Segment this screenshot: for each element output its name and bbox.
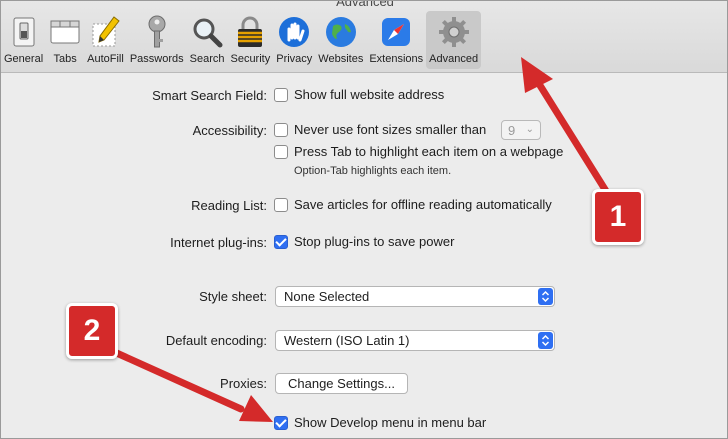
- develop-menu-option: Show Develop menu in menu bar: [294, 415, 487, 430]
- tab-security[interactable]: Security: [227, 11, 273, 69]
- tab-passwords[interactable]: Passwords: [127, 11, 187, 69]
- tab-search-label: Search: [189, 53, 225, 65]
- annotation-badge-1: 1: [592, 189, 644, 245]
- updown-chevron-icon: [538, 332, 553, 349]
- plugins-row[interactable]: Stop plug-ins to save power: [274, 234, 454, 249]
- min-font-size-value: 9: [508, 122, 516, 138]
- autofill-pencil-icon: [89, 15, 121, 49]
- tab-passwords-label: Passwords: [129, 53, 184, 65]
- updown-chevron-icon: [538, 288, 553, 305]
- tab-highlight-row[interactable]: Press Tab to highlight each item on a we…: [274, 144, 563, 159]
- reading-list-checkbox[interactable]: [274, 197, 288, 212]
- tab-autofill-label: AutoFill: [87, 53, 124, 65]
- encoding-popup[interactable]: Western (ISO Latin 1): [275, 330, 555, 351]
- tab-search[interactable]: Search: [187, 11, 228, 69]
- gear-icon: [438, 15, 470, 49]
- tab-autofill[interactable]: AutoFill: [84, 11, 127, 69]
- tab-advanced[interactable]: Advanced: [426, 11, 482, 69]
- min-font-row[interactable]: Never use font sizes smaller than: [274, 122, 486, 137]
- tab-security-label: Security: [230, 53, 271, 65]
- min-font-checkbox[interactable]: [274, 122, 288, 137]
- plugins-label: Internet plug-ins:: [170, 235, 267, 250]
- padlock-icon: [234, 15, 266, 49]
- tab-highlight-option: Press Tab to highlight each item on a we…: [294, 144, 564, 159]
- tab-tabs-label: Tabs: [53, 53, 77, 65]
- smart-search-row[interactable]: Show full website address: [274, 87, 444, 102]
- plugins-option: Stop plug-ins to save power: [294, 234, 455, 249]
- tab-highlight-checkbox[interactable]: [274, 144, 288, 159]
- smart-search-checkbox[interactable]: [274, 87, 288, 102]
- preferences-toolbar: General Tabs AutoFill Passwords Search S…: [1, 11, 482, 69]
- magnifier-icon: [191, 15, 223, 49]
- tabs-icon: [49, 15, 81, 49]
- puzzle-compass-icon: [380, 15, 412, 49]
- globe-icon: [325, 15, 357, 49]
- style-sheet-label: Style sheet:: [199, 289, 267, 304]
- general-switch-icon: [8, 15, 40, 49]
- change-settings-button[interactable]: Change Settings...: [275, 373, 408, 394]
- annotation-badge-2: 2: [66, 303, 118, 359]
- tab-general[interactable]: General: [1, 11, 46, 69]
- min-font-size-select[interactable]: 9 ⌄: [501, 120, 541, 140]
- titlebar: Advanced General Tabs AutoFill Passwords…: [1, 0, 727, 73]
- tab-websites-label: Websites: [318, 53, 364, 65]
- tab-extensions[interactable]: Extensions: [366, 11, 426, 69]
- key-icon: [141, 15, 173, 49]
- preferences-window: Advanced General Tabs AutoFill Passwords…: [0, 0, 728, 439]
- tab-extensions-label: Extensions: [369, 53, 424, 65]
- develop-menu-checkbox[interactable]: [274, 415, 288, 430]
- tab-websites[interactable]: Websites: [315, 11, 366, 69]
- tab-highlight-hint: Option-Tab highlights each item.: [294, 165, 452, 177]
- tab-general-label: General: [4, 53, 44, 65]
- tab-privacy[interactable]: Privacy: [273, 11, 315, 69]
- reading-list-label: Reading List:: [191, 198, 267, 213]
- plugins-checkbox[interactable]: [274, 234, 288, 249]
- smart-search-label: Smart Search Field:: [152, 88, 267, 103]
- tab-privacy-label: Privacy: [276, 53, 313, 65]
- style-sheet-popup[interactable]: None Selected: [275, 286, 555, 307]
- accessibility-label: Accessibility:: [192, 123, 267, 138]
- smart-search-option: Show full website address: [294, 87, 445, 102]
- develop-menu-row[interactable]: Show Develop menu in menu bar: [274, 415, 486, 430]
- chevron-down-icon: ⌄: [525, 124, 534, 135]
- reading-list-row[interactable]: Save articles for offline reading automa…: [274, 197, 552, 212]
- window-title: Advanced: [336, 0, 394, 9]
- min-font-option: Never use font sizes smaller than: [294, 122, 487, 137]
- tab-advanced-label: Advanced: [429, 53, 479, 65]
- style-sheet-value: None Selected: [284, 289, 370, 304]
- reading-list-option: Save articles for offline reading automa…: [294, 197, 552, 212]
- proxies-label: Proxies:: [220, 376, 267, 391]
- tab-tabs[interactable]: Tabs: [46, 11, 84, 69]
- hand-icon: [278, 15, 310, 49]
- encoding-value: Western (ISO Latin 1): [284, 333, 410, 348]
- encoding-label: Default encoding:: [165, 333, 267, 348]
